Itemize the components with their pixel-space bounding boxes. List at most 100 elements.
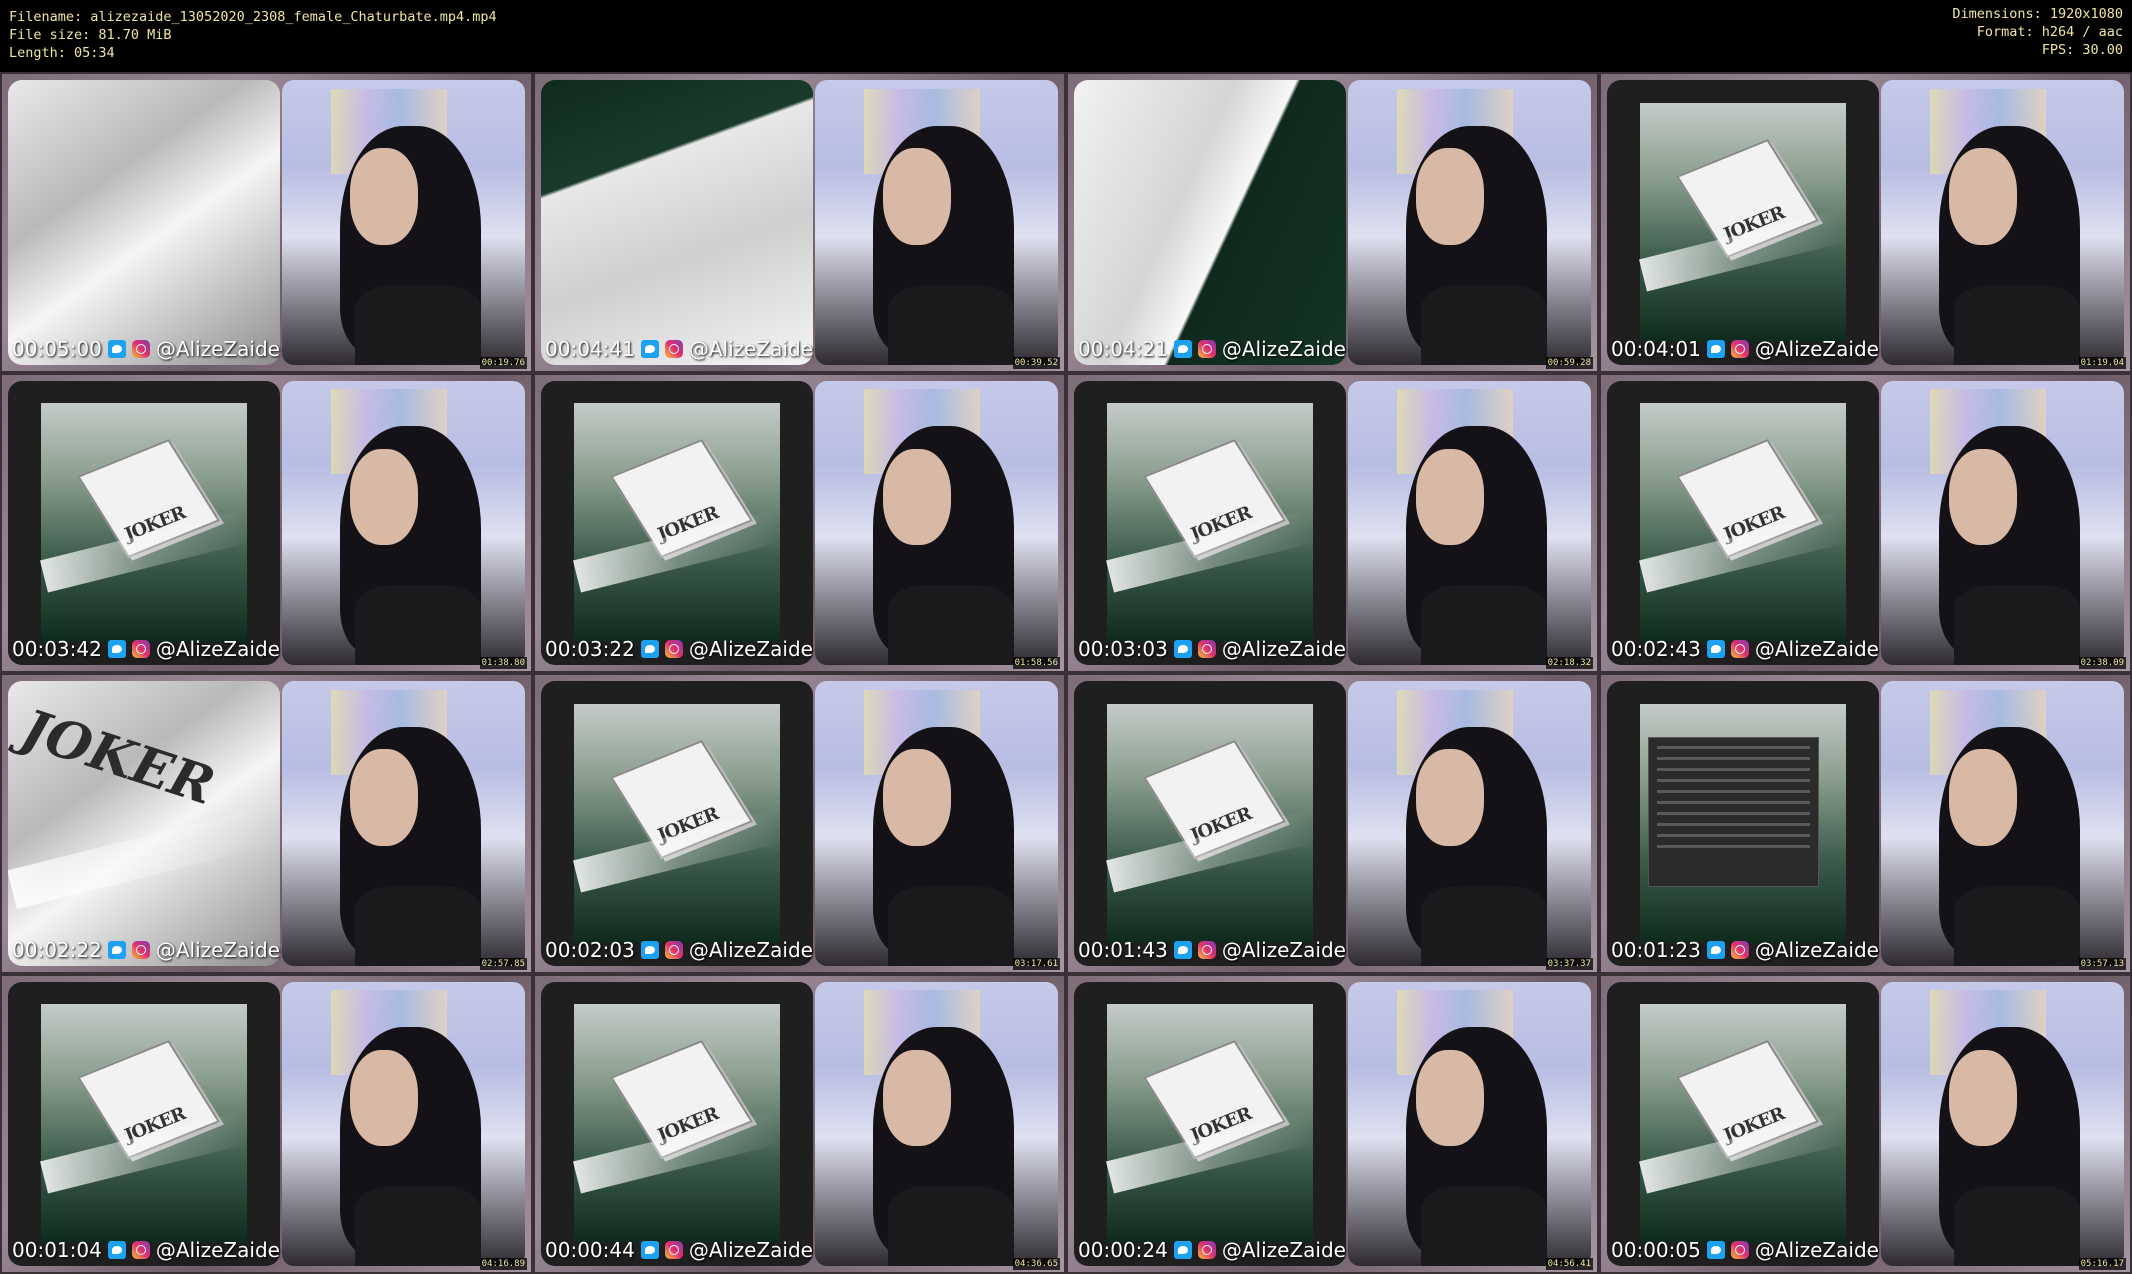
frame-timestamp: 02:38.09 (2078, 657, 2126, 669)
twitter-icon (640, 339, 659, 358)
card-scene: JOKER (572, 1004, 782, 1244)
webcam-panel (1348, 380, 1591, 665)
person-face (1416, 448, 1485, 546)
webcam-panel (1881, 80, 2124, 365)
webcam-panel (815, 380, 1058, 665)
left-video-panel: JOKER (541, 981, 813, 1266)
left-video-panel: JOKER (8, 380, 280, 665)
card-scene: JOKER (1105, 1004, 1315, 1244)
frame-timestamp: 02:57.85 (479, 957, 527, 970)
thumbnail-frame: 00:04:41 @AlizeZaide 00:39.52 (533, 72, 1066, 373)
twitter-icon (1706, 940, 1725, 959)
left-video-panel: JOKER (8, 981, 280, 1266)
left-video-panel: JOKER (1074, 981, 1346, 1266)
person-body (1420, 585, 1548, 665)
person-body (1953, 284, 2081, 365)
person-body (354, 585, 482, 665)
webcam-panel (1881, 380, 2124, 665)
instagram-icon (131, 940, 150, 959)
stream-overlay: 00:05:00 @AlizeZaide (12, 337, 280, 361)
card-scene: JOKER (572, 703, 782, 943)
left-video-panel (1074, 80, 1346, 365)
left-video-panel (1607, 681, 1879, 966)
overlay-time: 00:00:05 (1611, 1238, 1701, 1262)
frame-timestamp: 00:39.52 (1012, 356, 1060, 369)
instagram-icon (131, 339, 150, 358)
overlay-time: 00:04:01 (1611, 336, 1701, 361)
left-video-panel: JOKER (1074, 681, 1346, 966)
overlay-time: 00:01:43 (1078, 937, 1168, 962)
twitter-icon (107, 1241, 126, 1259)
thumbnail-frame: JOKER 00:02:43 @AlizeZaide 02:38.09 (1599, 372, 2132, 673)
left-video-panel: JOKER (1074, 380, 1346, 665)
person-body (1953, 885, 2081, 966)
overlay-time: 00:02:03 (545, 937, 635, 962)
handle-text: @AlizeZaide (1754, 937, 1879, 962)
stream-overlay: 00:00:44 @AlizeZaide (545, 1238, 813, 1262)
thumbnail-frame: JOKER 00:03:03 @AlizeZaide 02:18.32 (1066, 372, 1599, 673)
left-video-panel (8, 80, 280, 365)
stream-overlay: 00:00:24 @AlizeZaide (1078, 1238, 1346, 1262)
person-face (1949, 1049, 2018, 1147)
person-face (350, 448, 419, 546)
handle-text: @AlizeZaide (688, 937, 813, 962)
handle-text: @AlizeZaide (1754, 637, 1879, 661)
card-scene: JOKER (39, 1004, 249, 1244)
stream-overlay: 00:02:03 @AlizeZaide (545, 938, 813, 962)
person-face (883, 148, 952, 245)
twitter-icon (107, 640, 126, 658)
card-scene: JOKER (39, 403, 249, 643)
thumbnail-frame: JOKER 00:02:22 @AlizeZaide 02:57.85 (0, 673, 533, 974)
overlay-time: 00:02:43 (1611, 637, 1701, 661)
person-body (1420, 885, 1548, 966)
left-video-panel: JOKER (1607, 380, 1879, 665)
dialog-row (1656, 779, 1811, 783)
person-face (350, 1049, 419, 1147)
person-face (883, 448, 952, 546)
webcam-panel (1348, 681, 1591, 966)
thumbnail-frame: JOKER 00:00:24 @AlizeZaide 04:56.41 (1066, 973, 1599, 1274)
left-video-panel: JOKER (541, 380, 813, 665)
instagram-icon (1197, 640, 1216, 658)
twitter-icon (1173, 339, 1192, 358)
overlay-time: 00:03:42 (12, 637, 102, 661)
handle-text: @AlizeZaide (155, 637, 280, 661)
webcam-panel (815, 681, 1058, 966)
video-info: Dimensions: 1920x1080 Format: h264 / aac… (1952, 5, 2123, 59)
card-scene: JOKER (1638, 102, 1848, 342)
person-body (1420, 1186, 1548, 1266)
overlay-time: 00:01:04 (12, 1238, 102, 1262)
person-body (1420, 284, 1548, 365)
twitter-icon (640, 640, 659, 658)
person-body (1953, 1186, 2081, 1266)
dialog-row (1656, 823, 1811, 827)
handle-text: @AlizeZaide (155, 937, 280, 962)
overlay-time: 00:02:22 (12, 937, 102, 962)
thumbnail-frame: JOKER 00:04:01 @AlizeZaide 01:19.04 (1599, 72, 2132, 373)
frame-timestamp: 04:56.41 (1545, 1258, 1593, 1270)
instagram-icon (664, 940, 683, 959)
overlay-time: 00:00:44 (545, 1238, 635, 1262)
person-face (1949, 148, 2018, 245)
dialog-row (1656, 768, 1811, 772)
person-body (1953, 585, 2081, 665)
person-body (887, 1186, 1015, 1266)
stream-overlay: 00:04:01 @AlizeZaide (1611, 337, 1879, 361)
fps-text: FPS: 30.00 (2041, 42, 2123, 58)
overlay-time: 00:01:23 (1611, 937, 1701, 962)
thumbnail-frame: JOKER 00:02:03 @AlizeZaide 03:17.61 (533, 673, 1066, 974)
stream-overlay: 00:04:41 @AlizeZaide (545, 337, 813, 361)
person-face (1416, 148, 1485, 245)
overlay-time: 00:05:00 (12, 336, 102, 361)
handle-text: @AlizeZaide (688, 637, 813, 661)
dialog-row (1656, 812, 1811, 816)
settings-dialog (1647, 737, 1820, 888)
dialog-row (1656, 746, 1811, 750)
twitter-icon (1706, 640, 1725, 658)
left-video-panel: JOKER (541, 681, 813, 966)
frame-timestamp: 01:58.56 (1012, 657, 1060, 669)
card-scene: JOKER (1638, 403, 1848, 643)
thumbnail-frame: 00:04:21 @AlizeZaide 00:59.28 (1066, 72, 1599, 373)
webcam-panel (1881, 981, 2124, 1266)
instagram-icon (664, 339, 683, 358)
